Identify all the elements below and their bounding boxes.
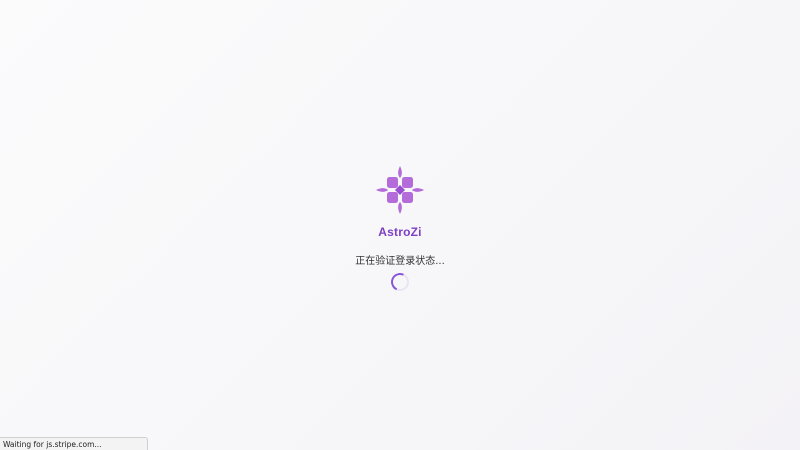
- astrozi-logo-icon: [374, 164, 426, 216]
- browser-status-bar: Waiting for js.stripe.com...: [0, 437, 148, 450]
- loading-status-text: 正在验证登录状态...: [355, 256, 445, 267]
- loading-spinner-icon: [388, 270, 412, 294]
- loading-screen: AstroZi 正在验证登录状态...: [0, 0, 800, 450]
- app-name: AstroZi: [378, 225, 422, 239]
